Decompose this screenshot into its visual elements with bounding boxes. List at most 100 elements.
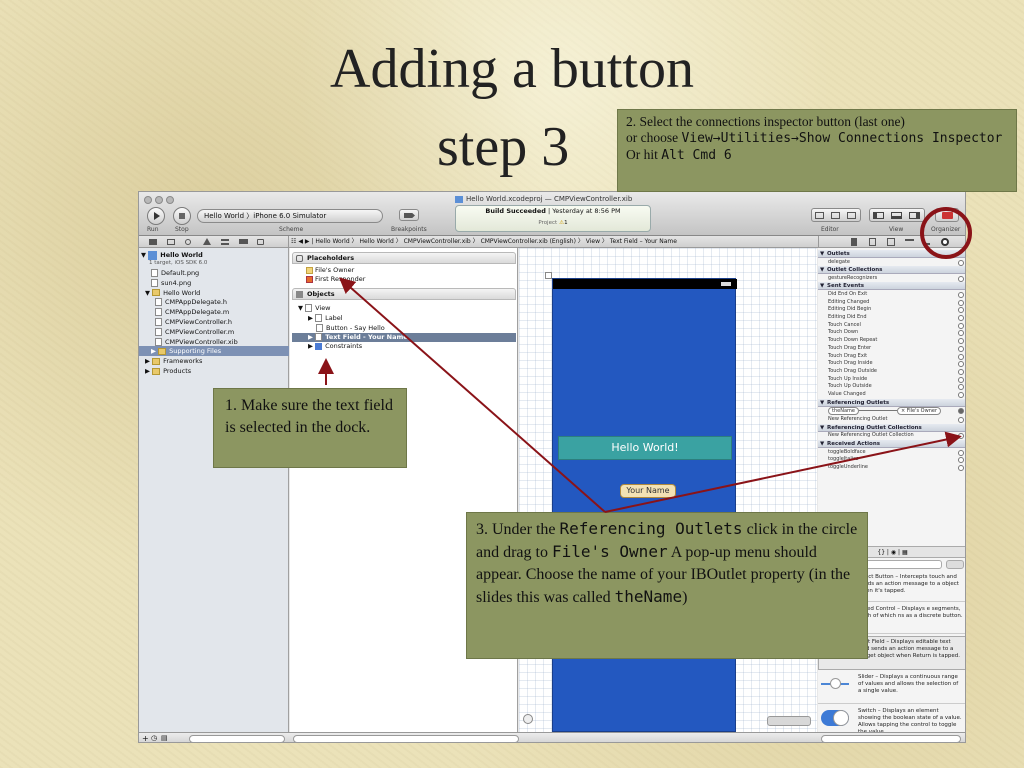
sent-event-row[interactable]: Editing Did Begin [818,306,965,314]
connection-circle[interactable] [958,299,964,306]
connection-circle[interactable] [958,465,964,471]
interface-builder-canvas[interactable]: Hello World! Your Name [519,248,817,732]
disclosure-open-icon[interactable]: ▼ [820,399,824,407]
view-row[interactable]: ▼ View [292,304,516,313]
navigator-item[interactable]: CMPViewController.m [139,327,289,337]
label-row[interactable]: ▶ Label [292,314,516,323]
connection-circle[interactable] [958,408,964,415]
sent-event-row[interactable]: Did End On Exit [818,291,965,299]
object-library-icon[interactable]: ◉ | [891,549,902,556]
disclosure-open-icon[interactable]: ▼ [820,250,824,258]
disclosure-icon[interactable]: ▶ [145,367,152,375]
connection-circle[interactable] [958,384,964,391]
library-view-toggle[interactable] [946,560,964,569]
new-referencing-collection-row[interactable]: New Referencing Outlet Collection [818,432,965,440]
connection-circle[interactable] [958,376,964,383]
objects-header[interactable]: Objects [292,288,516,300]
disclosure-open-icon[interactable]: ▼ [820,440,824,448]
connection-circle[interactable] [958,353,964,360]
connection-circle[interactable] [958,307,964,314]
log-navigator-icon[interactable] [257,239,264,245]
library-filter-popup[interactable] [856,560,942,569]
symbol-navigator-icon[interactable] [167,239,175,245]
close-window-button[interactable] [144,196,152,204]
navigator-item[interactable]: Default.png [139,268,289,278]
disclosure-open-icon[interactable]: ▼ [820,424,824,432]
inspector-section-header[interactable]: ▼ Outlet Collections [818,266,965,275]
navigator-selector-bar[interactable] [139,236,289,247]
connection-circle[interactable] [958,322,964,329]
identity-inspector-icon[interactable] [887,238,895,246]
view-segmented-control[interactable] [869,208,925,222]
connection-circle[interactable] [958,275,964,282]
received-action-row[interactable]: toggleItalics [818,456,965,464]
new-referencing-outlet-row[interactable]: New Referencing Outlet [818,416,965,424]
button-row[interactable]: Button - Say Hello [292,324,516,333]
filter-icon[interactable]: ▤ [161,734,168,742]
iphone-view[interactable]: Hello World! Your Name [552,278,737,732]
code-snippet-icon[interactable]: {} | [877,549,890,556]
breadcrumb-item[interactable]: CMPViewController.xib (English) [481,238,576,245]
version-editor-icon[interactable] [847,212,856,219]
text-field-row[interactable]: ▶ Text Field - Your Name [292,333,516,342]
navigator-item[interactable]: 1 target, iOS SDK 6.0 [139,258,289,268]
breadcrumb-item[interactable]: CMPViewController.xib [404,238,471,245]
files-owner-row[interactable]: File's Owner [292,266,516,275]
navigator-item[interactable]: CMPViewController.xib [139,337,289,347]
connection-circle[interactable] [958,361,964,368]
zoom-window-button[interactable] [166,196,174,204]
editor-segmented-control[interactable] [811,208,861,222]
hello-world-label[interactable]: Hello World! [558,436,732,460]
recent-files-icon[interactable]: ◷ [151,734,157,742]
disclosure-closed-icon[interactable]: ▶ [308,314,315,322]
inspector-section-header[interactable]: ▼ Referencing Outlets [818,398,965,407]
disclosure-icon[interactable]: ▼ [145,289,152,297]
sent-event-row[interactable]: Editing Changed [818,299,965,307]
inspector-section-header[interactable]: ▼ Received Actions [818,440,965,449]
assistant-editor-icon[interactable] [831,212,840,219]
navigator-item[interactable]: ▶ Frameworks [139,356,289,366]
connection-circle[interactable] [958,392,964,398]
navigator-filter-field[interactable] [189,735,285,742]
quick-help-icon[interactable] [869,238,876,246]
warning-count[interactable]: 1 [564,220,568,226]
sent-event-row[interactable]: Touch Down [818,329,965,337]
disclosure-closed-icon[interactable]: ▶ [308,333,315,341]
received-action-row[interactable]: toggleUnderline [818,464,965,472]
search-navigator-icon[interactable] [185,239,191,245]
navigator-toggle-icon[interactable] [873,212,884,219]
sent-event-row[interactable]: Touch Up Inside [818,376,965,384]
media-library-icon[interactable]: ▦ [902,549,908,556]
library-item[interactable]: Slider – Displays a continuous range of … [818,672,965,704]
sent-event-row[interactable]: Touch Down Repeat [818,337,965,345]
scene-handle[interactable] [545,272,552,279]
your-name-text-field[interactable]: Your Name [620,484,676,498]
constraints-row[interactable]: ▶ Constraints [292,342,516,351]
zoom-fit-button[interactable] [523,714,533,724]
files-owner-pill[interactable]: × File's Owner [896,407,942,416]
connection-circle[interactable] [958,291,964,298]
sent-event-row[interactable]: Touch Drag Enter [818,345,965,353]
sent-event-row[interactable]: Touch Cancel [818,322,965,330]
breakpoints-button[interactable] [399,209,419,221]
outline-filter-field[interactable] [293,735,519,742]
breadcrumb-item[interactable]: View [586,238,600,245]
project-navigator-icon[interactable] [149,239,157,245]
referencing-outlet-connection[interactable]: theName × File's Owner [818,407,965,416]
file-inspector-icon[interactable] [851,238,857,246]
received-action-row[interactable]: toggleBoldface [818,449,965,457]
sent-event-row[interactable]: Touch Drag Outside [818,368,965,376]
breadcrumb-item[interactable]: Hello World [315,238,349,245]
issue-navigator-icon[interactable] [203,238,211,245]
sent-event-row[interactable]: Value Changed [818,391,965,399]
navigator-item[interactable]: ▼ Hello World [139,288,289,298]
forward-arrow-icon[interactable]: ▶ [305,238,310,245]
disclosure-closed-icon[interactable]: ▶ [308,342,315,350]
disclosure-open-icon[interactable]: ▼ [298,304,305,312]
sent-event-row[interactable]: Touch Drag Exit [818,353,965,361]
breakpoint-navigator-icon[interactable] [239,239,248,244]
minimize-window-button[interactable] [155,196,163,204]
utilities-toggle-icon[interactable] [909,212,920,219]
placeholders-header[interactable]: Placeholders [292,252,516,264]
connection-circle[interactable] [958,315,964,321]
